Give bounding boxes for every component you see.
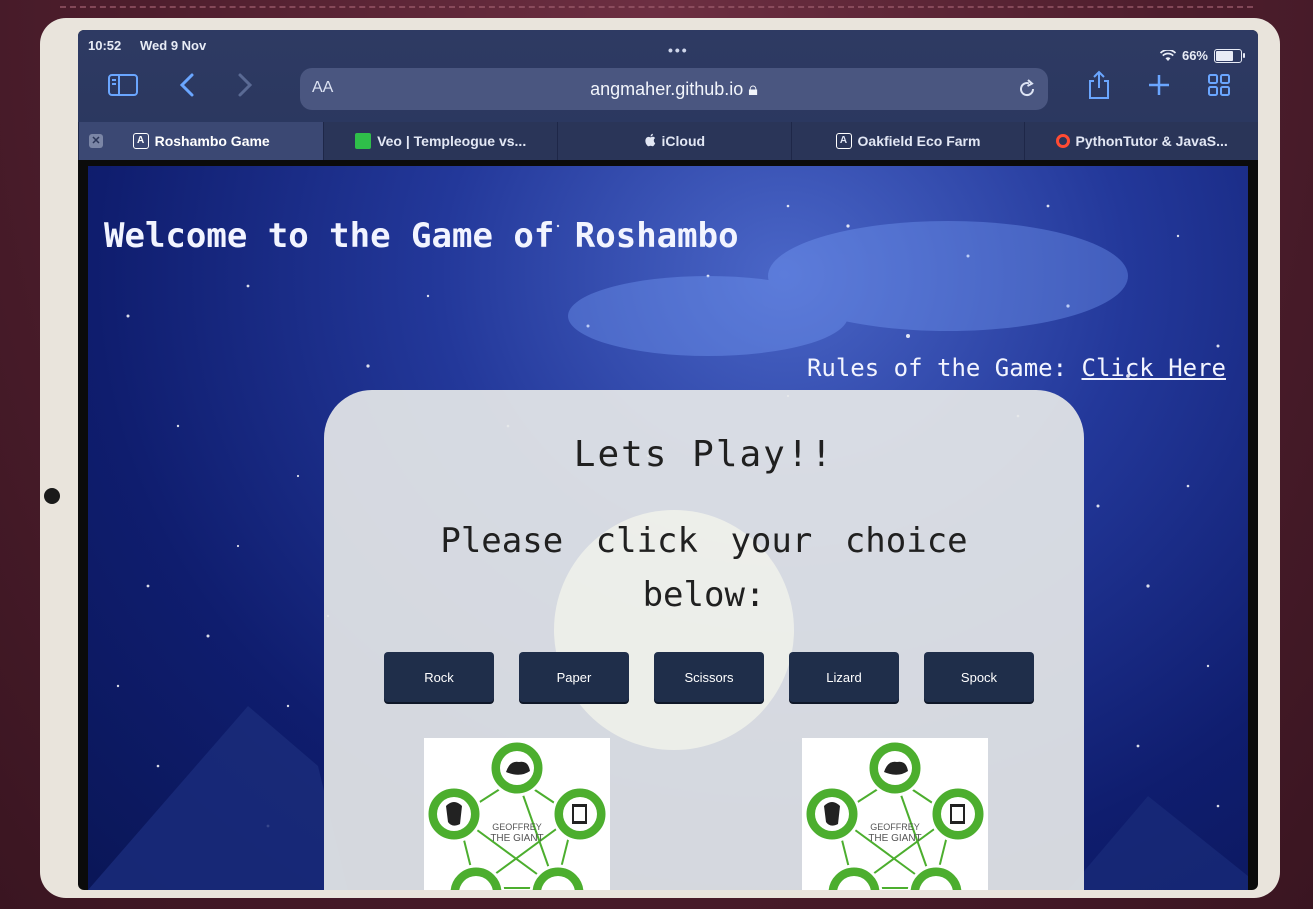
status-date: Wed 9 Nov <box>140 38 207 53</box>
a-icon: A <box>835 133 852 149</box>
choice-buttons: Rock Paper Scissors Lizard Spock <box>384 652 1034 702</box>
multitasking-dots-icon[interactable]: ••• <box>668 42 689 58</box>
tab-veo[interactable]: Veo | Templeogue vs... <box>323 122 557 160</box>
game-card: Lets Play!! Please click your choice bel… <box>324 390 1084 890</box>
ipad-screen: 10:52 Wed 9 Nov ••• 66% AA angmaher.gith… <box>78 30 1258 890</box>
status-time: 10:52 <box>88 38 122 53</box>
web-page: Welcome to the Game of Roshambo Rules of… <box>88 166 1248 890</box>
red-ring-icon <box>1055 134 1070 148</box>
safari-chrome: 10:52 Wed 9 Nov ••• 66% AA angmaher.gith… <box>78 30 1258 160</box>
address-bar[interactable]: AA angmaher.github.io 🔒︎ <box>300 68 1048 110</box>
wifi-icon <box>1159 49 1176 61</box>
lets-play-heading: Lets Play!! <box>573 434 835 475</box>
tab-label: Oakfield Eco Farm <box>857 133 981 149</box>
sidebar-toggle-icon[interactable] <box>106 70 140 100</box>
tab-bar: ✕ A Roshambo Game Veo | Templeogue vs...… <box>78 122 1258 160</box>
close-tab-icon[interactable]: ✕ <box>89 134 103 148</box>
a-icon: A <box>132 133 149 149</box>
scissors-button[interactable]: Scissors <box>654 652 764 702</box>
tab-label: Veo | Templeogue vs... <box>377 133 527 149</box>
status-bar: 10:52 Wed 9 Nov ••• 66% <box>78 30 1258 63</box>
tab-label: iCloud <box>661 133 706 149</box>
url-text[interactable]: angmaher.github.io 🔒︎ <box>300 79 1048 100</box>
lizard-button[interactable]: Lizard <box>789 652 899 702</box>
lock-icon: 🔒︎ <box>748 79 758 99</box>
green-square-icon <box>355 133 372 149</box>
tab-icloud[interactable]: iCloud <box>556 122 791 160</box>
tab-pythontutor[interactable]: PythonTutor & JavaS... <box>1024 122 1258 160</box>
front-camera <box>44 488 60 504</box>
tab-label: Roshambo Game <box>154 133 270 149</box>
rock-button[interactable]: Rock <box>384 652 494 702</box>
forward-icon[interactable] <box>228 70 262 100</box>
rules-link[interactable]: Click Here <box>1082 354 1227 382</box>
battery-icon <box>1214 48 1245 63</box>
instruction-text: Please click your choice below: <box>440 521 968 615</box>
battery-percent: 66% <box>1181 48 1208 63</box>
svg-text:GEOFFREY: GEOFFREY <box>870 822 920 832</box>
svg-text:THE GIANT: THE GIANT <box>490 833 543 844</box>
page-title: Welcome to the Game of Roshambo <box>104 216 739 256</box>
tab-roshambo-game[interactable]: ✕ A Roshambo Game <box>78 122 324 160</box>
rules-line: Rules of the Game: Click Here <box>807 354 1226 382</box>
battery-indicator: 66% <box>1159 48 1245 63</box>
case-stitching <box>60 6 1253 8</box>
svg-text:THE GIANT: THE GIANT <box>868 833 921 844</box>
diagram-watermark: GEOFFREY <box>492 822 542 832</box>
back-icon[interactable] <box>170 70 204 100</box>
player-choice-diagram: GEOFFREY THE GIANT <box>424 738 610 890</box>
share-icon[interactable] <box>1082 70 1116 100</box>
spock-button[interactable]: Spock <box>924 652 1034 702</box>
rules-label: Rules of the Game: <box>806 354 1082 382</box>
computer-choice-diagram: GEOFFREY THE GIANT <box>802 738 988 890</box>
tab-oakfield[interactable]: A Oakfield Eco Farm <box>790 122 1025 160</box>
tab-overview-icon[interactable] <box>1202 70 1236 100</box>
apple-icon <box>644 133 656 150</box>
paper-button[interactable]: Paper <box>519 652 629 702</box>
url-label: angmaher.github.io <box>590 79 744 99</box>
tab-label: PythonTutor & JavaS... <box>1075 133 1228 149</box>
new-tab-icon[interactable] <box>1142 70 1176 100</box>
reload-icon[interactable] <box>1016 78 1038 100</box>
